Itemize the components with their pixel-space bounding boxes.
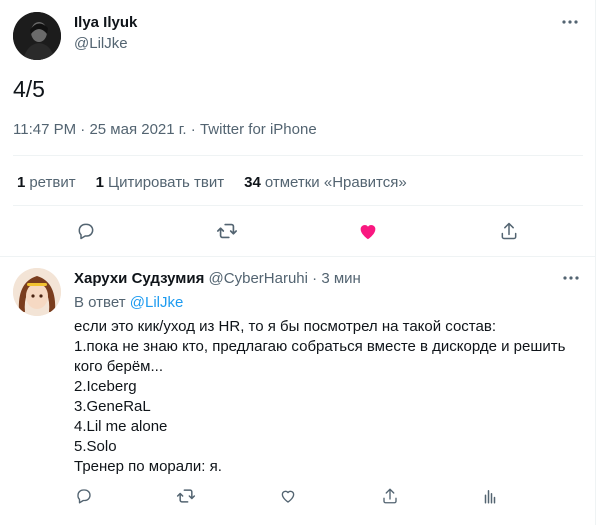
reply-actions: [0, 486, 596, 508]
reply-header: Харухи Судзумия @CyberHaruhi · 3 мин: [74, 270, 361, 287]
reply-line: Тренер по морали: я.: [74, 458, 222, 475]
retweets-stat[interactable]: 1 ретвит: [17, 174, 76, 191]
author-handle[interactable]: @LilJke: [74, 35, 128, 52]
divider: [0, 256, 596, 257]
divider: [13, 155, 583, 156]
reply-time[interactable]: 3 мин: [321, 270, 361, 287]
reply-author-name[interactable]: Харухи Судзумия: [74, 270, 204, 287]
tweet-meta: 11:47 PM · 25 мая 2021 г. · Twitter for …: [13, 121, 317, 138]
reply-author-avatar[interactable]: [13, 268, 61, 316]
likes-label: отметки «Нравится»: [264, 174, 407, 191]
tweet-date[interactable]: 25 мая 2021 г.: [89, 121, 186, 138]
reply-line: 1.пока не знаю кто, предлагаю собраться …: [74, 338, 570, 375]
reply-to-handle[interactable]: @LilJke: [130, 294, 184, 311]
analytics-icon[interactable]: [480, 486, 500, 506]
meta-dot: ·: [190, 121, 196, 138]
likes-count: 34: [244, 174, 261, 191]
quotes-stat[interactable]: 1 Цитировать твит: [96, 174, 225, 191]
more-icon[interactable]: [561, 268, 581, 288]
reply-line: 5.Solo: [74, 438, 117, 455]
tweet-text: 4/5: [13, 76, 45, 102]
quotes-count: 1: [95, 174, 104, 191]
tweet-stats: 1 ретвит 1 Цитировать твит 34 отметки «Н…: [17, 174, 427, 191]
like-icon[interactable]: [356, 219, 380, 243]
share-icon[interactable]: [380, 486, 400, 506]
tweet-actions: [0, 219, 596, 245]
reply-line: если это кик/уход из HR, то я бы посмотр…: [74, 318, 496, 335]
author-avatar[interactable]: [13, 12, 61, 60]
reply-icon[interactable]: [74, 486, 94, 506]
reply-line: 2.Iceberg: [74, 378, 137, 395]
reply-line: 3.GeneRaL: [74, 398, 151, 415]
reply-to-prefix: В ответ: [74, 294, 126, 311]
share-icon[interactable]: [497, 219, 521, 243]
divider: [13, 205, 583, 206]
reply-line: 4.Lil me alone: [74, 418, 168, 435]
retweets-label: ретвит: [29, 174, 76, 191]
reply-icon[interactable]: [74, 219, 98, 243]
likes-stat[interactable]: 34 отметки «Нравится»: [244, 174, 407, 191]
reply-text: если это кик/уход из HR, то я бы посмотр…: [74, 317, 579, 477]
more-icon[interactable]: [560, 12, 580, 32]
reply-to: В ответ @LilJke: [74, 294, 183, 311]
meta-dot: ·: [312, 270, 318, 287]
tweet-time[interactable]: 11:47 PM: [13, 121, 76, 138]
retweets-count: 1: [17, 174, 26, 191]
quotes-label: Цитировать твит: [107, 174, 225, 191]
tweet-detail: Ilya Ilyuk @LilJke 4/5 11:47 PM · 25 мая…: [0, 0, 596, 525]
like-icon[interactable]: [278, 486, 298, 506]
author-name[interactable]: Ilya Ilyuk: [74, 14, 137, 31]
meta-dot: ·: [80, 121, 86, 138]
retweet-icon[interactable]: [215, 219, 239, 243]
reply-author-handle[interactable]: @CyberHaruhi: [209, 270, 308, 287]
tweet-source[interactable]: Twitter for iPhone: [200, 121, 317, 138]
retweet-icon[interactable]: [176, 486, 196, 506]
